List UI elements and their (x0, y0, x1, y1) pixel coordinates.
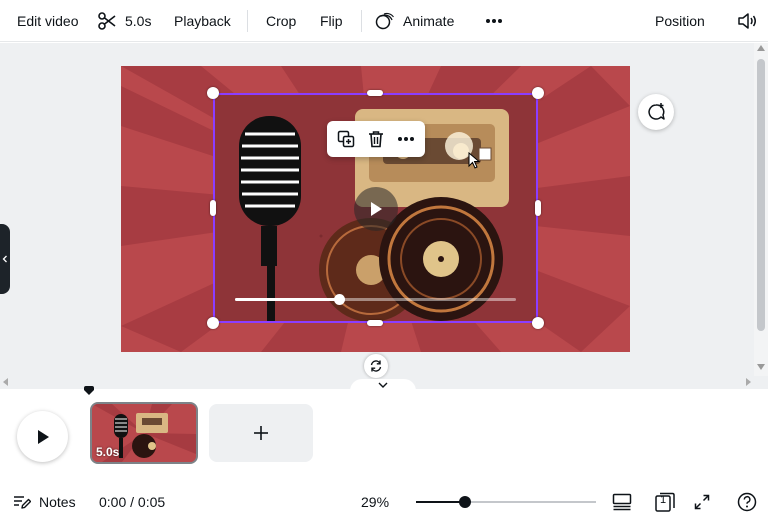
zoom-slider[interactable] (416, 496, 596, 508)
more-icon (398, 137, 414, 141)
timeline-clip[interactable]: 5.0s (90, 402, 198, 464)
speaker-icon (738, 13, 756, 29)
notes-label: Notes (39, 493, 76, 510)
flip-button[interactable]: Flip (320, 0, 343, 42)
pages-button[interactable]: 1 (654, 484, 676, 519)
playback-time: 0:00 / 0:05 (99, 484, 165, 519)
toolbar-divider (361, 10, 362, 32)
resize-handle-top[interactable] (367, 90, 383, 96)
playback-button[interactable]: Playback (174, 0, 231, 42)
video-seek-progress (235, 298, 339, 301)
duplicate-button[interactable] (332, 125, 360, 153)
bottom-bar: Notes 0:00 / 0:05 29% 1 (0, 484, 768, 519)
zoom-percentage-button[interactable]: 29% (361, 484, 389, 519)
rotate-icon (370, 360, 382, 372)
animate-icon (375, 12, 394, 30)
zoom-value: 29% (361, 493, 390, 510)
scroll-down-arrow[interactable] (757, 364, 765, 370)
grid-view-icon (612, 493, 632, 510)
collapse-timeline-button[interactable] (350, 379, 416, 391)
video-seek-bar[interactable] (235, 294, 516, 305)
clip-duration: 5.0s (96, 445, 120, 459)
crop-button[interactable]: Crop (266, 0, 296, 42)
crop-label: Crop (266, 13, 297, 29)
timeline-playhead[interactable] (84, 386, 94, 395)
chevron-left-icon (2, 255, 7, 263)
help-button[interactable] (737, 484, 757, 519)
side-panel-toggle[interactable] (0, 224, 10, 294)
page-number: 1 (660, 494, 667, 506)
resize-handle-left[interactable] (210, 200, 216, 216)
resize-handle-right[interactable] (535, 200, 541, 216)
vertical-scrollbar[interactable] (754, 43, 768, 376)
resize-handle-bottom-right[interactable] (532, 317, 544, 329)
notes-button[interactable]: Notes (13, 484, 76, 519)
toolbar-divider (247, 10, 248, 32)
element-context-menu (327, 121, 425, 157)
resize-handle-top-right[interactable] (532, 87, 544, 99)
element-more-button[interactable] (392, 125, 420, 153)
video-play-button[interactable] (354, 187, 398, 231)
scroll-up-arrow[interactable] (757, 45, 765, 51)
animate-button[interactable]: Animate (375, 0, 454, 42)
fullscreen-button[interactable] (694, 484, 710, 519)
time-readout: 0:00 / 0:05 (99, 493, 166, 510)
more-options-button[interactable] (485, 0, 503, 42)
top-toolbar: Edit video 5.0s Playback Crop Flip Anima… (0, 0, 768, 42)
animate-label: Animate (403, 13, 455, 29)
notes-icon (14, 495, 31, 509)
trim-duration: 5.0s (125, 13, 152, 29)
add-clip-button[interactable] (209, 404, 313, 462)
resize-handle-bottom-left[interactable] (207, 317, 219, 329)
more-icon (486, 19, 502, 23)
position-button[interactable]: Position (655, 0, 705, 42)
trash-icon (369, 131, 383, 148)
edit-video-label: Edit video (17, 13, 79, 29)
volume-button[interactable] (737, 0, 757, 42)
scroll-left-arrow[interactable] (3, 378, 8, 386)
flip-label: Flip (320, 13, 343, 29)
resize-handle-bottom[interactable] (367, 320, 383, 326)
trim-button[interactable]: 5.0s (97, 0, 151, 42)
play-icon (37, 429, 49, 444)
mouse-cursor-icon (468, 152, 480, 169)
scissors-icon (98, 12, 116, 30)
video-seek-handle[interactable] (333, 294, 345, 305)
comment-add-icon (648, 103, 665, 120)
grid-view-button[interactable] (612, 484, 632, 519)
scroll-right-arrow[interactable] (746, 378, 751, 386)
timeline-play-button[interactable] (17, 411, 68, 462)
fullscreen-icon (694, 494, 710, 509)
resize-handle-top-left[interactable] (207, 87, 219, 99)
chevron-down-icon (378, 382, 388, 388)
zoom-slider-fill (416, 501, 465, 503)
edit-video-button[interactable]: Edit video (17, 0, 78, 42)
add-comment-button[interactable] (638, 94, 674, 130)
duplicate-icon (337, 130, 355, 148)
delete-button[interactable] (362, 125, 390, 153)
vertical-scroll-thumb[interactable] (757, 59, 765, 331)
plus-icon (254, 426, 268, 440)
playback-label: Playback (174, 13, 231, 29)
play-icon (371, 202, 382, 216)
zoom-slider-handle[interactable] (458, 496, 471, 508)
position-label: Position (655, 13, 705, 29)
help-icon (737, 492, 757, 511)
